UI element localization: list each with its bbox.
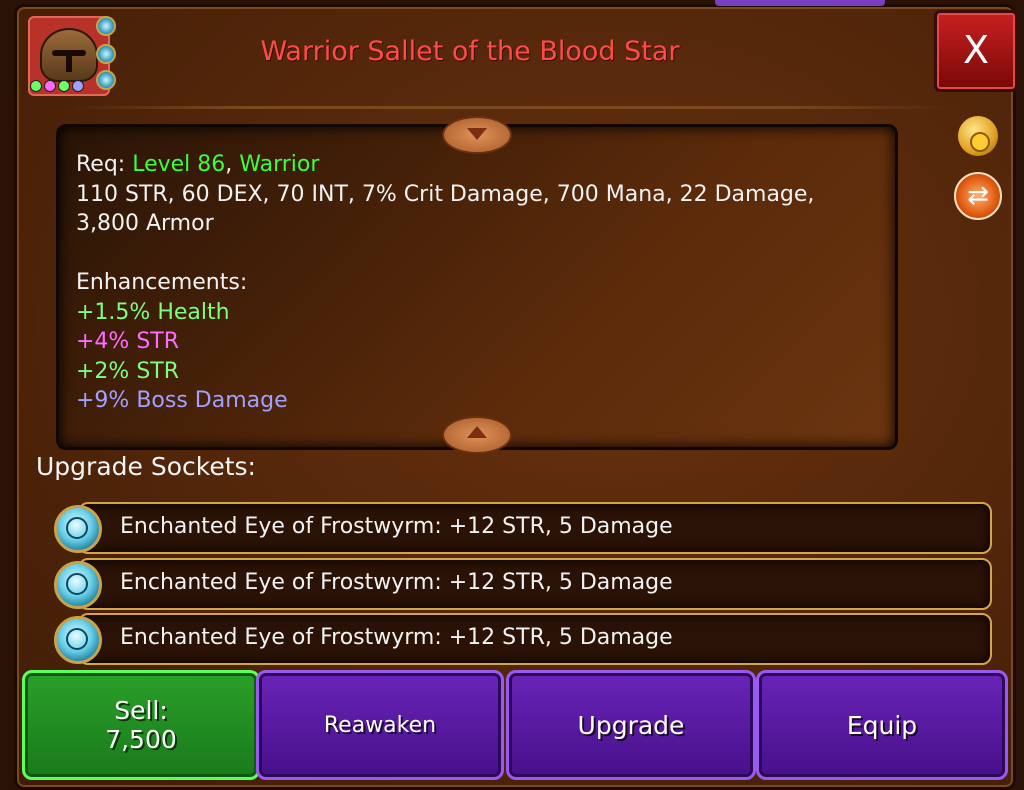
enhancement-item: +9% Boss Damage <box>76 388 288 413</box>
item-stats-text: Req: Level 86, Warrior 110 STR, 60 DEX, … <box>76 150 876 416</box>
close-button[interactable]: X <box>934 10 1018 92</box>
sell-label: Sell: <box>114 696 168 725</box>
socket-gem-icon <box>96 44 116 64</box>
socket-description: Enchanted Eye of Frostwyrm: +12 STR, 5 D… <box>120 570 673 595</box>
req-level: Level 86 <box>132 152 226 177</box>
upgrade-button[interactable]: Upgrade <box>506 670 756 780</box>
sell-price: 7,500 <box>105 725 177 754</box>
enhancement-item: +2% STR <box>76 358 180 384</box>
top-tab-strip <box>715 0 885 6</box>
enhancement-item: +4% STR <box>76 329 180 354</box>
sell-button[interactable]: Sell: 7,500 <box>22 670 260 780</box>
socket-row[interactable]: Enchanted Eye of Frostwyrm: +12 STR, 5 D… <box>78 502 992 554</box>
helmet-graphic <box>40 28 98 82</box>
gold-bag-icon[interactable] <box>958 116 998 156</box>
enhancement-dot <box>72 80 84 92</box>
enhancement-item: +1.5% Health <box>76 299 230 325</box>
stats-line: 110 STR, 60 DEX, 70 INT, 7% Crit Damage,… <box>76 181 815 207</box>
equip-button[interactable]: Equip <box>756 670 1008 780</box>
req-class: Warrior <box>239 152 320 177</box>
upgrade-sockets-heading: Upgrade Sockets: <box>36 452 256 481</box>
socket-gem-icon <box>96 70 116 90</box>
req-label: Req: <box>76 152 126 177</box>
reawaken-button[interactable]: Reawaken <box>256 670 504 780</box>
enhancements-heading: Enhancements: <box>76 270 248 295</box>
frostwyrm-eye-icon <box>54 561 102 609</box>
enhancement-dot <box>44 80 56 92</box>
frostwyrm-eye-icon <box>54 505 102 553</box>
stats-line: 3,800 Armor <box>76 211 214 236</box>
socket-row[interactable]: Enchanted Eye of Frostwyrm: +12 STR, 5 D… <box>78 558 992 610</box>
socket-description: Enchanted Eye of Frostwyrm: +12 STR, 5 D… <box>120 625 673 650</box>
enhancement-dot <box>58 80 70 92</box>
scroll-down-button[interactable] <box>442 416 512 454</box>
enhancement-dot <box>30 80 42 92</box>
scroll-up-button[interactable] <box>442 116 512 154</box>
frostwyrm-eye-icon <box>54 616 102 664</box>
socket-row[interactable]: Enchanted Eye of Frostwyrm: +12 STR, 5 D… <box>78 613 992 665</box>
item-title: Warrior Sallet of the Blood Star <box>260 36 680 67</box>
swap-icon[interactable]: ⇄ <box>954 172 1002 220</box>
requirements-line: Req: Level 86, Warrior <box>76 152 320 177</box>
socket-description: Enchanted Eye of Frostwyrm: +12 STR, 5 D… <box>120 514 673 539</box>
socket-gem-icon <box>96 16 116 36</box>
divider <box>70 106 950 109</box>
